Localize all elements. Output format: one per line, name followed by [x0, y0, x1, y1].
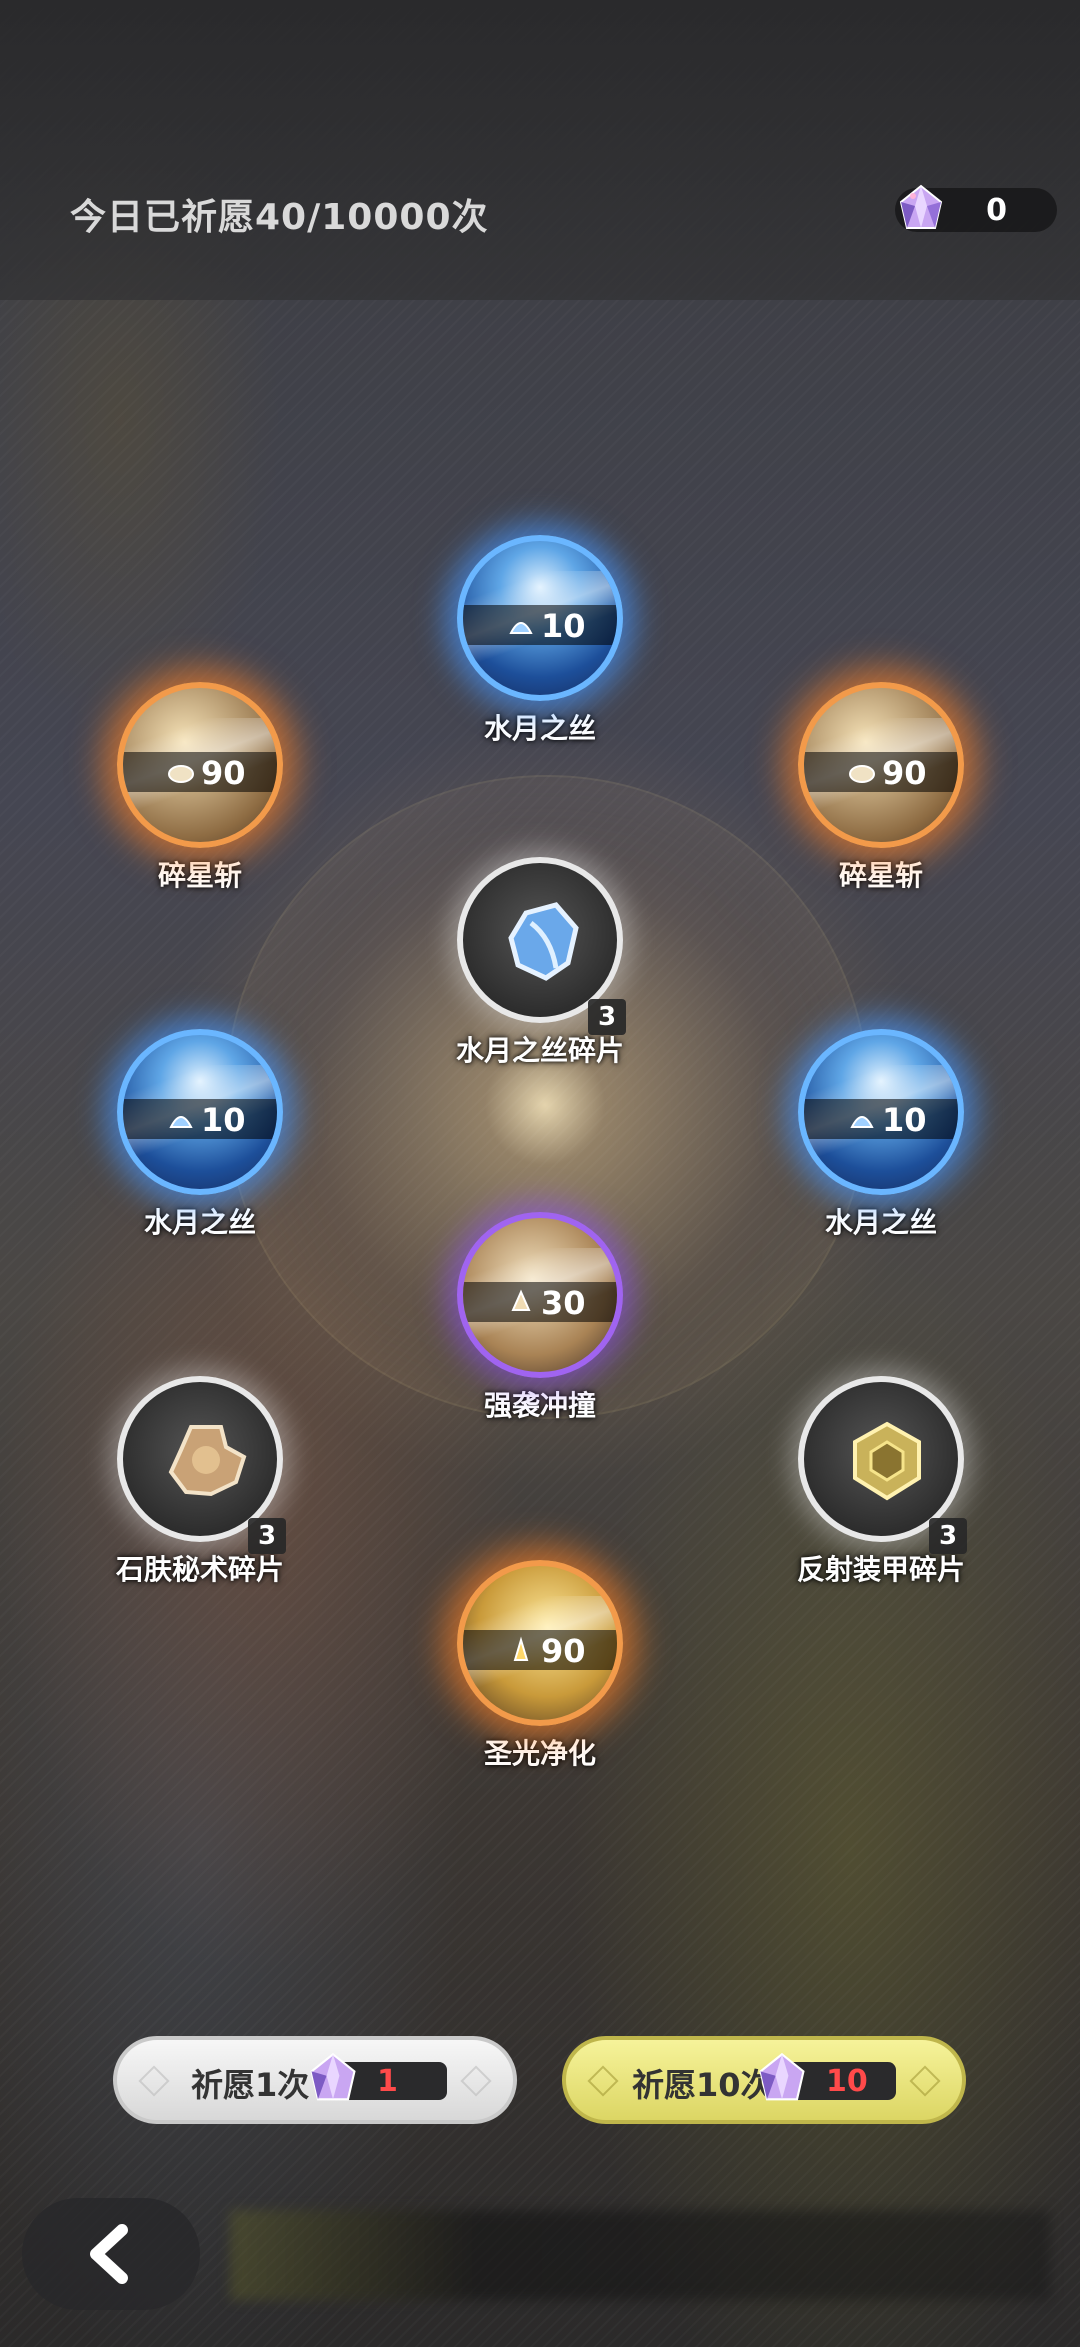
wish-ten-cost: 10: [759, 2052, 896, 2101]
reward-amount: 90: [541, 1632, 586, 1670]
charge-icon: [511, 1289, 531, 1311]
reward-icon-frame: 10: [457, 535, 623, 701]
amount-band: 10: [463, 605, 617, 645]
decor-diamond: [587, 2065, 619, 2097]
reward-item-center[interactable]: 3 水月之丝碎片: [440, 857, 640, 1069]
silk-icon: [169, 1116, 193, 1128]
reward-item-top[interactable]: 10 水月之丝: [440, 535, 640, 747]
amount-band: 10: [804, 1099, 958, 1139]
reward-name: 碎星斩: [157, 859, 242, 892]
reward-name: 水月之丝: [483, 712, 596, 745]
top-bar: [0, 0, 1080, 300]
reward-item-mid-left[interactable]: 10 水月之丝: [100, 1029, 300, 1241]
crystal-gem-icon: [899, 184, 943, 229]
wish-once-button[interactable]: 祈愿1次 1: [113, 2036, 517, 2124]
reward-name: 水月之丝碎片: [455, 1034, 624, 1067]
reward-name: 反射装甲碎片: [796, 1553, 965, 1586]
amount-band: 90: [463, 1630, 617, 1670]
daily-wish-counter: 今日已祈愿40/10000次: [70, 197, 489, 238]
reward-icon-frame: 90: [457, 1560, 623, 1726]
reward-item-upper-left[interactable]: 90 碎星斩: [100, 682, 300, 894]
reward-amount: 90: [201, 754, 246, 792]
reward-item-lower-center[interactable]: 30 强袭冲撞: [440, 1212, 640, 1424]
decor-diamond: [138, 2065, 170, 2097]
quantity-badge: 3: [929, 1518, 967, 1554]
cost-value: 10: [826, 2064, 868, 2099]
holy-light-icon: [513, 1636, 529, 1661]
reward-amount: 10: [201, 1101, 246, 1139]
reward-amount: 30: [541, 1284, 586, 1322]
reward-item-lower-left[interactable]: 3 石肤秘术碎片: [100, 1376, 300, 1588]
cost-value: 1: [377, 2064, 398, 2099]
reward-amount: 10: [541, 607, 586, 645]
decor-diamond: [909, 2065, 941, 2097]
quantity-badge: 3: [248, 1518, 286, 1554]
decor-diamond: [460, 2065, 492, 2097]
silk-fragment-icon: [508, 902, 579, 981]
reward-icon-frame: 10: [117, 1029, 283, 1195]
amount-band: 30: [463, 1282, 617, 1322]
silk-icon: [850, 1116, 874, 1128]
wish-once-cost: 1: [310, 2052, 447, 2101]
reward-amount: 10: [882, 1101, 927, 1139]
crystal-gem-icon: [310, 2052, 356, 2101]
amount-band: 10: [123, 1099, 277, 1139]
reward-name: 石肤秘术碎片: [115, 1553, 284, 1586]
reward-name: 强袭冲撞: [483, 1389, 596, 1422]
reflect-armor-fragment-icon: [853, 1421, 921, 1501]
reward-name: 圣光净化: [483, 1737, 596, 1770]
reward-item-bottom[interactable]: 90 圣光净化: [440, 1560, 640, 1772]
star-slash-icon: [168, 765, 194, 783]
back-button[interactable]: [22, 2198, 200, 2310]
star-slash-icon: [849, 765, 875, 783]
stoneskin-fragment-icon: [168, 1425, 247, 1497]
reward-icon-frame: 90: [798, 682, 964, 848]
reward-icon-frame: 30: [457, 1212, 623, 1378]
chevron-left-icon: [90, 2224, 128, 2284]
crystal-gem-icon: [759, 2052, 805, 2101]
reward-icon-frame: 90: [117, 682, 283, 848]
reward-item-lower-right[interactable]: 3 反射装甲碎片: [781, 1376, 981, 1588]
amount-band: 90: [123, 752, 277, 792]
wish-ten-button[interactable]: 祈愿10次 10: [562, 2036, 966, 2124]
currency-amount: 0: [986, 193, 1007, 228]
reward-item-upper-right[interactable]: 90 碎星斩: [781, 682, 981, 894]
reward-amount: 90: [882, 754, 927, 792]
reward-name: 水月之丝: [143, 1206, 256, 1239]
currency-display[interactable]: 0: [895, 184, 1057, 232]
quantity-badge: 3: [588, 999, 626, 1035]
bottom-blurred-strip: [230, 2210, 1050, 2300]
silk-icon: [509, 622, 533, 634]
reward-name: 碎星斩: [838, 859, 923, 892]
reward-name: 水月之丝: [824, 1206, 937, 1239]
reward-item-mid-right[interactable]: 10 水月之丝: [781, 1029, 981, 1241]
amount-band: 90: [804, 752, 958, 792]
reward-icon-frame: 10: [798, 1029, 964, 1195]
wish-once-label: 祈愿1次: [191, 2066, 310, 2104]
